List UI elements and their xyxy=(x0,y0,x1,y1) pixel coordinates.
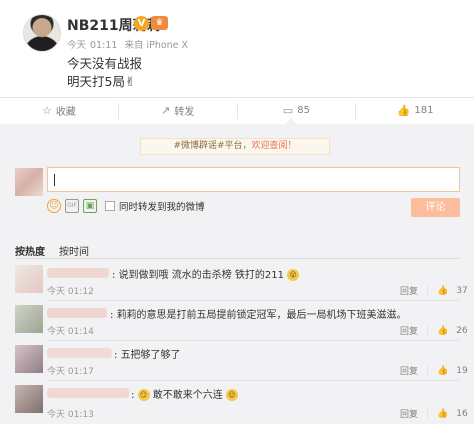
gif-icon[interactable]: GIF xyxy=(65,199,79,213)
repost-checkbox[interactable] xyxy=(105,201,115,211)
comment-input[interactable] xyxy=(47,167,460,192)
comment-actions: 回复 | 👍 16 xyxy=(400,407,468,421)
comment-text-content: 莉莉的意思是打前五局提前锁定冠军，最后一局机场下班美滋滋。 xyxy=(116,310,407,321)
post-text-line-1: 今天没有战报 xyxy=(67,56,143,71)
comment-item: : 莉莉的意思是打前五局提前锁定冠军，最后一局机场下班美滋滋。 今天 01:14… xyxy=(0,302,474,342)
repost-icon: ↗ xyxy=(161,104,171,117)
post-source: 来自 iPhone X xyxy=(124,40,189,51)
repost-checkbox-label: 同时转发到我的微博 xyxy=(119,202,205,213)
submit-comment-button[interactable]: 评论 xyxy=(411,198,460,217)
reply-button[interactable]: 回复 xyxy=(400,364,418,377)
tab-sort-hot[interactable]: 按热度 xyxy=(15,243,45,258)
comment-text: : 莉莉的意思是打前五局提前锁定冠军，最后一局机场下班美滋滋。 xyxy=(110,310,407,321)
commenter-avatar[interactable] xyxy=(15,305,43,333)
thumbs-up-icon[interactable]: 👍 xyxy=(437,366,448,376)
emoji-icon: 😮 xyxy=(287,269,300,281)
favorite-label: 收藏 xyxy=(55,107,76,118)
thumbs-up-icon: 👍 xyxy=(396,104,411,117)
current-user-avatar xyxy=(15,168,43,196)
comment-icon: ▭ xyxy=(282,104,294,117)
comment-like-count: 26 xyxy=(456,325,468,336)
comment-button[interactable]: ▭ 85 xyxy=(238,102,357,119)
comment-item: : 五把够了够了 今天 01:17 回复 | 👍 19 xyxy=(0,342,474,382)
divider xyxy=(47,380,460,381)
weibo-post: NB211周莉莉 V ♛ 今天 01:11 来自 iPhone X 今天没有战报 … xyxy=(0,0,474,97)
comment-time: 今天 01:17 xyxy=(47,367,94,377)
tab-sort-time[interactable]: 按时间 xyxy=(59,243,89,258)
panel-caret xyxy=(285,118,297,124)
emoji-icon: 😉 xyxy=(225,389,238,401)
comment-text: : 😏 敢不敢来个六连 😉 xyxy=(131,386,238,401)
reply-button[interactable]: 回复 xyxy=(400,324,418,337)
commenter-name-blurred[interactable] xyxy=(47,268,109,278)
repost-button[interactable]: ↗ 转发 xyxy=(119,102,238,119)
comment-item: : 说到做到哦 流水的击杀榜 铁打的211 😮 今天 01:12 回复 | 👍 … xyxy=(0,262,474,302)
commenter-name-blurred[interactable] xyxy=(47,388,129,398)
emoji-icon[interactable]: ☺ xyxy=(47,199,61,213)
post-time[interactable]: 01:11 xyxy=(90,40,117,51)
thumbs-up-icon[interactable]: 👍 xyxy=(437,409,448,419)
commenter-avatar[interactable] xyxy=(15,385,43,413)
like-button[interactable]: 👍 181 xyxy=(356,103,474,119)
like-count: 181 xyxy=(414,105,434,116)
divider xyxy=(47,340,460,341)
comment-sort-tabs: 按热度 按时间 xyxy=(15,243,89,258)
divider xyxy=(15,258,460,259)
comment-item: : 😏 敢不敢来个六连 😉 今天 01:13 回复 | 👍 16 xyxy=(0,382,474,422)
comment-time: 今天 01:12 xyxy=(47,287,94,297)
comment-actions: 回复 | 👍 26 xyxy=(400,324,468,338)
comment-text-content: 五把够了够了 xyxy=(120,350,181,361)
composer-tools: ☺ GIF ▣ 同时转发到我的微博 xyxy=(47,197,205,215)
divider xyxy=(47,300,460,301)
rumor-notice: #微博辟谣#平台，欢迎查阅！ xyxy=(140,138,330,155)
commenter-name-blurred[interactable] xyxy=(47,308,107,318)
reply-button[interactable]: 回复 xyxy=(400,284,418,297)
commenter-avatar[interactable] xyxy=(15,265,43,293)
comment-time: 今天 01:14 xyxy=(47,327,94,337)
comment-text-content: 说到做到哦 流水的击杀榜 铁打的211 xyxy=(118,270,285,281)
favorite-button[interactable]: ☆ 收藏 xyxy=(0,102,119,119)
comment-count: 85 xyxy=(297,105,310,116)
thumbs-up-icon[interactable]: 👍 xyxy=(437,326,448,336)
comment-like-count: 37 xyxy=(456,285,468,296)
star-icon: ☆ xyxy=(41,104,52,117)
comment-time: 今天 01:13 xyxy=(47,410,94,420)
author-avatar[interactable] xyxy=(23,14,61,52)
thumbs-up-icon[interactable]: 👍 xyxy=(437,286,448,296)
post-action-bar: ☆ 收藏 ↗ 转发 ▭ 85 👍 181 xyxy=(0,97,474,123)
comment-text: : 五把够了够了 xyxy=(114,350,181,361)
emoji-icon: 😏 xyxy=(137,389,150,401)
member-level-icon[interactable]: ♛ xyxy=(151,16,168,30)
comment-actions: 回复 | 👍 19 xyxy=(400,364,468,378)
image-icon[interactable]: ▣ xyxy=(83,199,97,213)
comment-like-count: 19 xyxy=(456,365,468,376)
comment-text: : 说到做到哦 流水的击杀榜 铁打的211 😮 xyxy=(112,266,300,281)
commenter-name-blurred[interactable] xyxy=(47,348,112,358)
post-text-line-2: 明天打5局✌ xyxy=(67,74,136,89)
repost-label: 转发 xyxy=(174,107,195,118)
reply-button[interactable]: 回复 xyxy=(400,407,418,420)
notice-text: #微博辟谣#平台， xyxy=(173,141,252,151)
comment-actions: 回复 | 👍 37 xyxy=(400,284,468,298)
verified-badge-icon: V xyxy=(134,16,149,31)
post-meta: 今天 01:11 来自 iPhone X xyxy=(67,37,192,51)
text-cursor xyxy=(54,174,55,186)
comment-like-count: 16 xyxy=(456,408,468,419)
commenter-avatar[interactable] xyxy=(15,345,43,373)
comment-text-content: 敢不敢来个六连 xyxy=(152,390,223,401)
post-day: 今天 xyxy=(67,40,87,51)
notice-link[interactable]: 欢迎查阅！ xyxy=(252,141,297,151)
